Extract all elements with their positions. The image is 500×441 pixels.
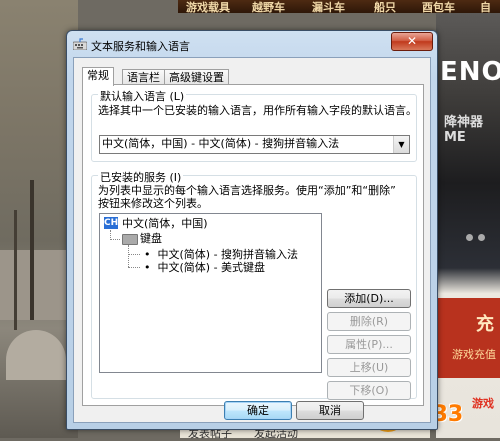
default-language-dropdown[interactable]: 中文(简体，中国) - 中文(简体) - 搜狗拼音输入法 ▼ (99, 135, 410, 154)
installed-services-tree[interactable]: CH 中文(简体，中国) 键盘 • 中文(简体) - 搜狗拼音输入法 • 中文(… (99, 213, 322, 373)
scene-pole (14, 210, 17, 330)
remove-button[interactable]: 删除(R) (327, 312, 411, 331)
default-language-label: 默认输入语言 (L) (98, 88, 187, 104)
chevron-down-icon[interactable]: ▼ (393, 136, 409, 153)
nav-item[interactable]: 越野车 (252, 0, 285, 15)
tree-keyboard-node[interactable]: 键盘 (140, 232, 162, 245)
add-button[interactable]: 添加(D)... (327, 289, 411, 308)
installed-services-desc-2: 按钮来修改这个列表。 (98, 197, 208, 210)
scene-sandbags (6, 330, 66, 380)
tree-service-item[interactable]: • 中文(简体) - 搜狗拼音输入法 (144, 248, 298, 261)
service-label: 中文(简体) - 美式键盘 (157, 261, 266, 274)
service-label: 中文(简体) - 搜狗拼音输入法 (157, 248, 299, 261)
site-top-nav: 游戏载具 越野车 漏斗车 船只 酉包车 自 (178, 0, 500, 15)
ok-button[interactable]: 确定 (224, 401, 292, 420)
promo-subtitle: 游戏充值 (452, 348, 496, 361)
move-down-button[interactable]: 下移(O) (327, 381, 411, 400)
promo-panel[interactable]: 充 游戏充值 (436, 298, 500, 378)
keyboard-app-icon (73, 38, 87, 50)
default-language-value: 中文(简体，中国) - 中文(简体) - 搜狗拼音输入法 (102, 137, 340, 150)
tree-language-node[interactable]: 中文(简体，中国) (122, 217, 208, 230)
nav-item[interactable]: 漏斗车 (312, 0, 345, 15)
site-banner: ENO 降神器ME 充 游戏充值 (436, 13, 500, 438)
promo-title: 充 (476, 314, 494, 335)
tab-advanced-key-settings[interactable]: 高级键设置 (164, 69, 229, 85)
close-icon: ✕ (406, 34, 418, 48)
banner-subtitle: 降神器ME (444, 115, 484, 145)
default-language-description: 选择其中一个已安装的输入语言，用作所有输入字段的默认语言。 (98, 104, 417, 117)
keyboard-icon (122, 234, 138, 245)
close-button[interactable]: ✕ (391, 32, 433, 51)
general-tab-panel: 默认输入语言 (L) 选择其中一个已安装的输入语言，用作所有输入字段的默认语言。… (82, 84, 424, 406)
dialog-client: 常规 语言栏 高级键设置 默认输入语言 (L) 选择其中一个已安装的输入语言，用… (73, 57, 431, 423)
banner-logo: ENO (440, 57, 500, 87)
scene-pole (30, 180, 34, 320)
tree-connector (110, 239, 120, 240)
tree-service-item[interactable]: • 中文(简体) - 美式键盘 (144, 261, 265, 274)
scene-building (0, 250, 70, 320)
cancel-button[interactable]: 取消 (296, 401, 364, 420)
tree-connector (128, 254, 140, 255)
watermark-text: 游戏 (472, 397, 494, 410)
nav-item[interactable]: 船只 (374, 0, 396, 15)
move-up-button[interactable]: 上移(U) (327, 358, 411, 377)
title-bar[interactable]: 文本服务和输入语言 ✕ (67, 31, 437, 57)
properties-button[interactable]: 属性(P)... (327, 335, 411, 354)
installed-services-desc-1: 为列表中显示的每个输入语言选择服务。使用“添加”和“删除” (98, 184, 396, 197)
tab-language-bar[interactable]: 语言栏 (122, 69, 165, 85)
installed-services-label: 已安装的服务 (I) (98, 169, 184, 185)
tab-general[interactable]: 常规 (82, 67, 114, 86)
text-services-dialog: 文本服务和输入语言 ✕ 常规 语言栏 高级键设置 默认输入语言 (L) 选择其中… (66, 30, 438, 430)
tree-connector (128, 245, 129, 267)
carousel-dots[interactable] (466, 231, 490, 244)
language-code-icon: CH (104, 217, 119, 229)
nav-item[interactable]: 游戏载具 (186, 0, 230, 15)
tree-connector (128, 267, 140, 268)
window-title: 文本服务和输入语言 (91, 40, 190, 53)
